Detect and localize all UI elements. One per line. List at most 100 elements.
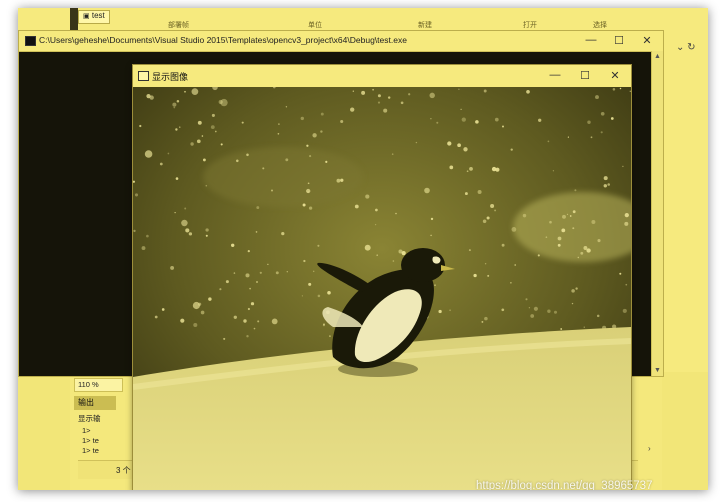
console-scrollbar[interactable]: ▲ ▼ [651, 51, 663, 376]
snowflake [278, 123, 280, 125]
snowflake [552, 170, 555, 172]
zoom-level[interactable]: 110 % [74, 378, 123, 392]
snowflake [249, 287, 251, 290]
minimize-button[interactable]: — [583, 34, 599, 46]
ide-tab-label: test [91, 11, 105, 20]
snowflake [320, 130, 323, 133]
snowflake [566, 213, 569, 216]
snowflake [514, 264, 517, 266]
snowflake [256, 281, 258, 283]
snowflake [603, 176, 608, 181]
snowflake [208, 297, 212, 301]
snowflake [484, 262, 487, 265]
snowflake [250, 302, 255, 306]
snowflake [286, 271, 288, 273]
console-titlebar[interactable]: C:\Users\geheshe\Documents\Visual Studio… [19, 31, 663, 52]
snowflake [241, 121, 244, 124]
close-button[interactable]: ✕ [639, 34, 655, 47]
snowflake [569, 215, 572, 217]
snowflake [510, 281, 512, 284]
snowflake [190, 142, 194, 146]
ide-menu-item[interactable]: 打开 [523, 20, 537, 30]
snowflake [622, 165, 624, 168]
close-button[interactable]: ✕ [607, 69, 623, 82]
snowflake [340, 178, 344, 182]
snowflake [553, 310, 558, 314]
ide-menu-item[interactable]: 新建 [418, 20, 432, 30]
snowflake [144, 150, 153, 158]
maximize-button[interactable]: ☐ [611, 34, 627, 47]
snowflake [376, 254, 378, 256]
snowflake [149, 95, 154, 100]
snowflake [583, 246, 588, 250]
scroll-up-icon[interactable]: ▲ [654, 53, 661, 60]
window-app-icon [138, 71, 149, 81]
snowflake [374, 223, 377, 226]
snowflake [537, 254, 540, 257]
snowflake [219, 288, 222, 291]
snowflake [580, 251, 584, 255]
output-line: 1> te [82, 436, 99, 445]
snowflake [193, 322, 198, 328]
ide-document-tab[interactable]: ▣ test [78, 10, 110, 24]
snowflake [624, 221, 629, 226]
snowflake [510, 148, 513, 151]
snowflake [477, 189, 482, 195]
snowflake [567, 136, 569, 138]
snowflake [350, 107, 355, 112]
snowflake [438, 309, 442, 314]
snowflake [172, 102, 177, 107]
snowflake [281, 231, 285, 236]
snowflake [205, 234, 208, 237]
snowflake [590, 136, 593, 139]
snowflake [191, 88, 199, 95]
ide-menu-item[interactable]: 部署帧 [168, 20, 189, 30]
maximize-button[interactable]: ☐ [577, 69, 593, 82]
snowflake [482, 219, 487, 224]
snowflake [312, 133, 317, 138]
snowflake [430, 234, 432, 237]
output-tab[interactable]: 输出 [74, 396, 116, 410]
snowflake [247, 307, 250, 311]
snowflake [457, 143, 461, 148]
snowflake [170, 265, 175, 270]
snowflake [306, 188, 311, 194]
snowflake [415, 141, 418, 144]
snowflake [624, 212, 629, 218]
snowflake [146, 234, 149, 238]
snowflake [205, 184, 208, 187]
snowflake [259, 271, 262, 274]
scroll-right-icon[interactable]: › [648, 444, 651, 453]
console-app-icon [25, 36, 36, 46]
snowflake [329, 335, 331, 337]
scroll-down-icon[interactable]: ▼ [654, 367, 661, 374]
snowflake [285, 106, 288, 108]
ide-menu-item[interactable]: 选择 [593, 20, 607, 30]
image-window-titlebar[interactable]: 显示图像 — ☐ ✕ [133, 65, 631, 87]
snowflake [475, 120, 479, 124]
snowflake [494, 117, 499, 122]
snowflake [231, 243, 235, 247]
image-window[interactable]: 显示图像 — ☐ ✕ [132, 64, 632, 490]
ide-menu-item[interactable]: 单位 [308, 20, 322, 30]
minimize-button[interactable]: — [547, 69, 563, 81]
snowflake [483, 89, 487, 93]
snowflake [571, 289, 575, 293]
snowflake [233, 272, 236, 274]
snowflake [302, 203, 306, 207]
snowflake [603, 184, 608, 188]
ide-right-toolbar: ⌄ ↻ [676, 42, 696, 53]
dropdown-icon[interactable]: ⌄ [676, 42, 684, 53]
refresh-icon[interactable]: ↻ [687, 42, 695, 53]
snowflake [139, 124, 142, 128]
snowflake [202, 158, 206, 162]
snowflake [575, 287, 578, 290]
snowflake [583, 326, 586, 328]
snowflake [557, 243, 561, 247]
snowflake [434, 284, 436, 286]
snowflake [253, 327, 256, 330]
snowflake [303, 259, 306, 263]
snowflake [200, 310, 205, 315]
snowflake [461, 117, 466, 122]
snowflake [236, 159, 239, 163]
